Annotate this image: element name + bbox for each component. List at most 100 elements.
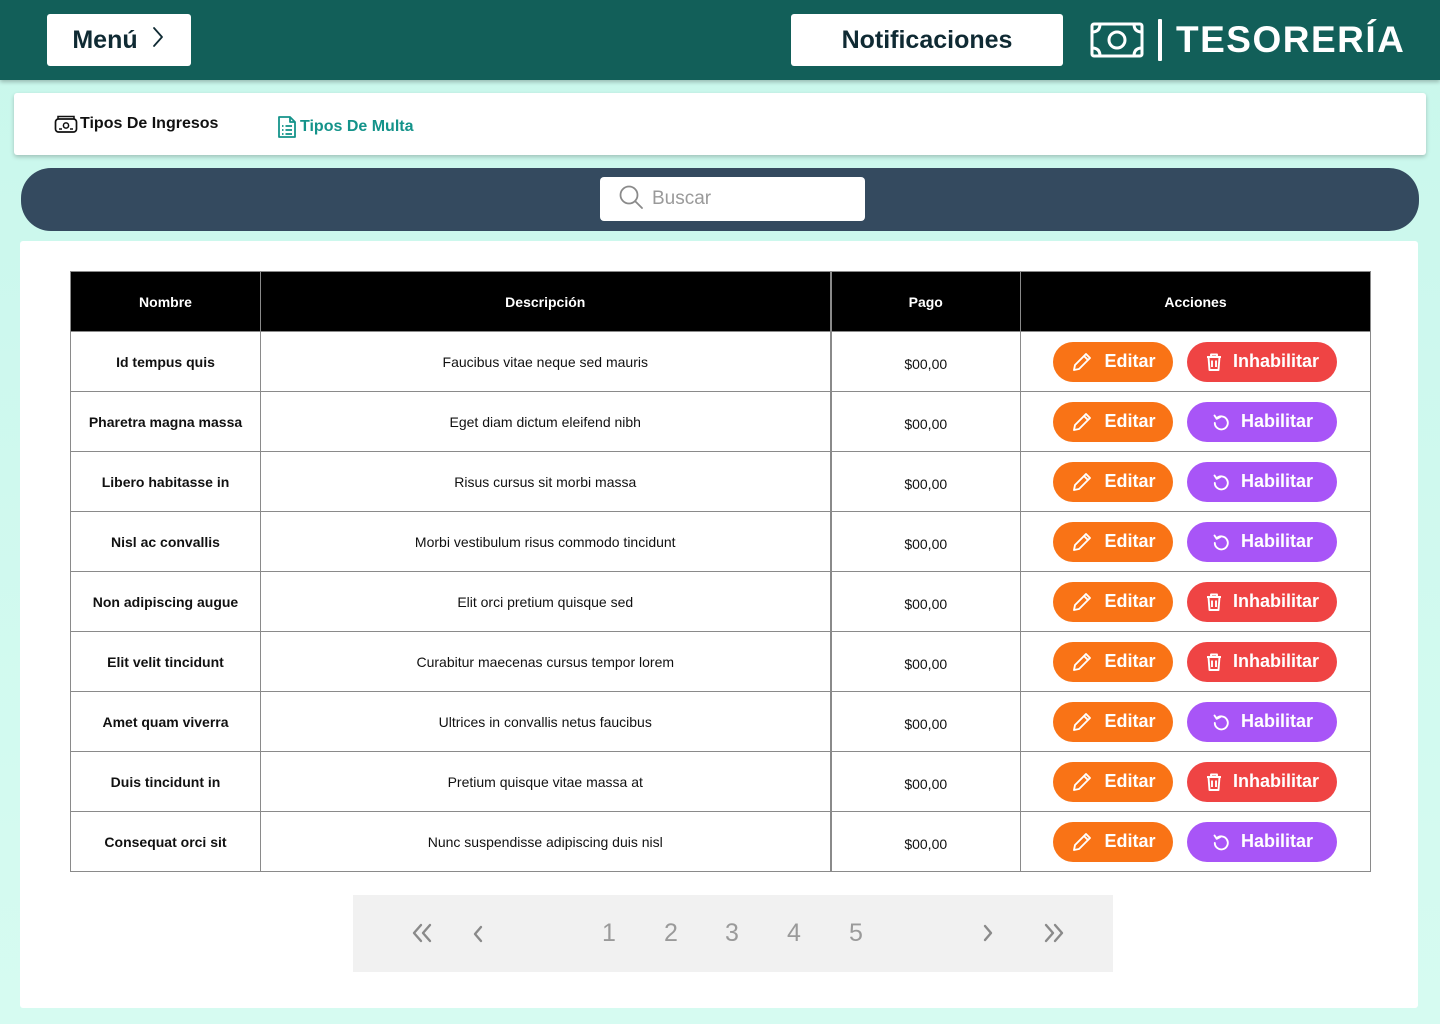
toggle-label: Habilitar — [1240, 831, 1314, 851]
row-actions: Editar Inhabilitar — [1021, 341, 1370, 382]
trash-icon — [1205, 592, 1223, 612]
table-row: Elit velit tincidunt Curabitur maecenas c… — [70, 631, 1371, 692]
tab-tipos-de-multa[interactable]: Tipos De Multa — [276, 115, 414, 139]
double-chevron-right-icon[interactable] — [1043, 917, 1065, 949]
restore-icon — [1211, 712, 1231, 732]
enable-button[interactable]: Habilitar — [1187, 821, 1337, 862]
edit-button[interactable]: Editar — [1053, 641, 1173, 682]
cell-acciones: Editar Habilitar — [1020, 451, 1371, 512]
edit-button[interactable]: Editar — [1053, 341, 1173, 382]
table-row: Amet quam viverra Ultrices in convallis n… — [70, 691, 1371, 752]
edit-label: Editar — [1104, 651, 1156, 671]
enable-button[interactable]: Habilitar — [1187, 521, 1337, 562]
toggle-label: Habilitar — [1240, 531, 1314, 551]
cell-nombre: Amet quam viverra — [70, 691, 261, 752]
page-3-button[interactable]: 3 — [725, 917, 739, 949]
chevron-left-icon[interactable] — [471, 917, 485, 949]
table-row: Consequat orci sit Nunc suspendisse adipi… — [70, 811, 1371, 872]
cell-descripcion: Elit orci pretium quisque sed — [260, 571, 832, 632]
enable-button[interactable]: Habilitar — [1187, 461, 1337, 502]
table-header-row: Nombre Descripción Pago Acciones — [70, 271, 1371, 332]
notifications-button[interactable]: Notificaciones — [791, 14, 1063, 66]
toggle-label: Inhabilitar — [1232, 591, 1319, 611]
restore-icon — [1211, 472, 1231, 492]
disable-button[interactable]: Inhabilitar — [1187, 641, 1337, 682]
brand-title: TESORERÍA — [1176, 19, 1406, 60]
multas-table: Nombre Descripción Pago Acciones Id temp… — [70, 271, 1371, 872]
cell-pago: $00,00 — [830, 811, 1021, 872]
edit-label: Editar — [1104, 591, 1156, 611]
disable-button[interactable]: Inhabilitar — [1187, 341, 1337, 382]
cell-descripcion: Faucibus vitae neque sed mauris — [260, 331, 832, 392]
table-row: Non adipiscing augue Elit orci pretium qu… — [70, 571, 1371, 632]
edit-button[interactable]: Editar — [1053, 701, 1173, 742]
page-1-button[interactable]: 1 — [602, 917, 616, 949]
cell-nombre: Nisl ac convallis — [70, 511, 261, 572]
toggle-label: Inhabilitar — [1232, 651, 1319, 671]
cell-nombre: Consequat orci sit — [70, 811, 261, 872]
tab-label: Tipos De Multa — [300, 118, 414, 135]
cell-pago: $00,00 — [830, 691, 1021, 752]
search-box — [600, 177, 865, 221]
enable-button[interactable]: Habilitar — [1187, 401, 1337, 442]
column-header-acciones: Acciones — [1020, 271, 1371, 332]
table-row: Nisl ac convallis Morbi vestibulum risus … — [70, 511, 1371, 572]
table-row: Id tempus quis Faucibus vitae neque sed m… — [70, 331, 1371, 392]
edit-button[interactable]: Editar — [1053, 761, 1173, 802]
edit-label: Editar — [1104, 471, 1156, 491]
pencil-icon — [1070, 350, 1094, 374]
pencil-icon — [1070, 410, 1094, 434]
edit-label: Editar — [1104, 531, 1156, 551]
edit-button[interactable]: Editar — [1053, 821, 1173, 862]
edit-button[interactable]: Editar — [1053, 461, 1173, 502]
disable-button[interactable]: Inhabilitar — [1187, 581, 1337, 622]
page-5-button[interactable]: 5 — [849, 917, 863, 949]
cell-nombre: Elit velit tincidunt — [70, 631, 261, 692]
toggle-label: Habilitar — [1240, 471, 1314, 491]
row-actions: Editar Inhabilitar — [1021, 641, 1370, 682]
brand: TESORERÍA — [1090, 14, 1405, 66]
edit-button[interactable]: Editar — [1053, 401, 1173, 442]
toggle-label: Inhabilitar — [1232, 351, 1319, 371]
notifications-label: Notificaciones — [841, 25, 1013, 54]
double-chevron-left-icon[interactable] — [411, 917, 433, 949]
cell-acciones: Editar Habilitar — [1020, 391, 1371, 452]
cell-pago: $00,00 — [830, 511, 1021, 572]
edit-button[interactable]: Editar — [1053, 581, 1173, 622]
document-list-icon — [276, 115, 298, 139]
cell-nombre: Non adipiscing augue — [70, 571, 261, 632]
search-icon — [618, 184, 644, 215]
pencil-icon — [1070, 770, 1094, 794]
cash-icon — [54, 113, 78, 135]
main-panel: Nombre Descripción Pago Acciones Id temp… — [20, 241, 1418, 1008]
cell-nombre: Duis tincidunt in — [70, 751, 261, 812]
search-input[interactable] — [652, 188, 852, 210]
menu-label: Menú — [72, 25, 138, 54]
trash-icon — [1205, 772, 1223, 792]
trash-icon — [1205, 652, 1223, 672]
row-actions: Editar Habilitar — [1021, 461, 1370, 502]
page-4-button[interactable]: 4 — [787, 917, 801, 949]
page-2-button[interactable]: 2 — [664, 917, 678, 949]
menu-button[interactable]: Menú — [47, 14, 191, 66]
edit-button[interactable]: Editar — [1053, 521, 1173, 562]
row-actions: Editar Inhabilitar — [1021, 761, 1370, 802]
table-row: Pharetra magna massa Eget diam dictum ele… — [70, 391, 1371, 452]
cell-acciones: Editar Inhabilitar — [1020, 331, 1371, 392]
pencil-icon — [1070, 710, 1094, 734]
cell-pago: $00,00 — [830, 631, 1021, 692]
disable-button[interactable]: Inhabilitar — [1187, 761, 1337, 802]
brand-divider — [1158, 19, 1162, 61]
cell-descripcion: Nunc suspendisse adipiscing duis nisl — [260, 811, 832, 872]
enable-button[interactable]: Habilitar — [1187, 701, 1337, 742]
toggle-label: Inhabilitar — [1232, 771, 1319, 791]
cell-nombre: Libero habitasse in — [70, 451, 261, 512]
tab-tipos-de-ingresos[interactable]: Tipos De Ingresos — [54, 113, 218, 135]
trash-icon — [1205, 352, 1223, 372]
cell-nombre: Pharetra magna massa — [70, 391, 261, 452]
row-actions: Editar Habilitar — [1021, 401, 1370, 442]
cell-descripcion: Pretium quisque vitae massa at — [260, 751, 832, 812]
tab-label: Tipos De Ingresos — [80, 115, 219, 132]
chevron-right-icon[interactable] — [981, 917, 995, 949]
cell-acciones: Editar Habilitar — [1020, 811, 1371, 872]
